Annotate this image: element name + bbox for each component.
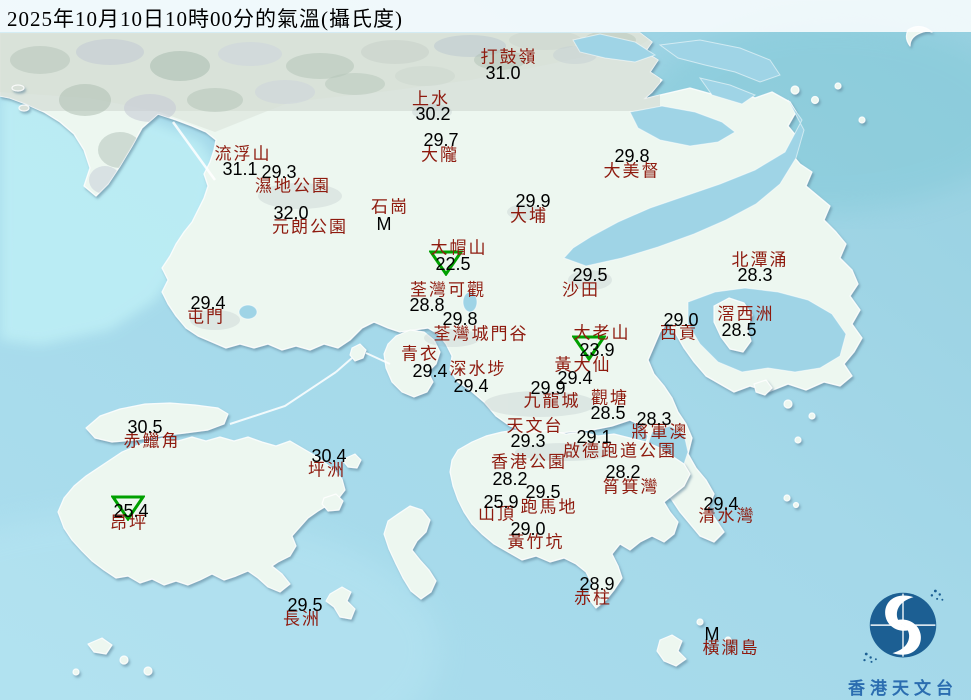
stations-layer: 打鼓嶺 31.0 上水 30.2 大隴 29.7 流浮山 31.1 濕地公園 2… [0,0,971,700]
station-value: 29.4 [703,495,738,513]
station-value: 29.0 [663,311,698,329]
hko-logo: 香港天文台 HONG KONG OBSERVATORY [834,584,971,698]
station-value: 30.2 [415,105,450,123]
station-value: 29.5 [572,266,607,284]
station-value: 28.9 [579,575,614,593]
station-value: 29.3 [261,163,296,181]
station-value: 25.4 [113,502,148,520]
station-value: 28.5 [721,321,756,339]
station-name: 石崗 [371,199,409,216]
station-value: 28.8 [409,296,444,314]
station-value: M [377,215,392,233]
station-value: 29.9 [515,192,550,210]
station-name: 香港公園 [491,454,567,471]
station-value: 30.4 [311,447,346,465]
station-value: 28.2 [492,470,527,488]
station-name: 深水埗 [450,361,507,378]
station-value: 29.3 [510,432,545,450]
station-value: 30.5 [127,418,162,436]
station-value: M [705,625,720,643]
station-value: 32.0 [273,204,308,222]
station-value: 29.9 [530,379,565,397]
station-value: 29.4 [412,362,447,380]
station-value: 28.3 [636,410,671,428]
station-value: 25.9 [483,493,518,511]
station-value: 29.7 [423,131,458,149]
temperature-map: 2025年10月10日10時00分的氣溫(攝氏度) 打鼓嶺 31.0 上水 30… [0,0,971,700]
station-value: 29.5 [287,596,322,614]
station-value: 28.2 [605,463,640,481]
station-value: 22.5 [435,255,470,273]
station-value: 29.8 [442,310,477,328]
station-value: 29.5 [525,483,560,501]
hko-logo-icon [859,584,947,668]
station-value: 29.0 [510,520,545,538]
station-value: 28.3 [737,266,772,284]
station-value: 31.0 [485,64,520,82]
station-value: 29.8 [614,147,649,165]
station-name: 大老山 [574,325,631,342]
station-value: 28.5 [590,404,625,422]
station-value: 29.4 [453,377,488,395]
station-value: 31.1 [222,160,257,178]
station-value: 29.1 [576,428,611,446]
hko-logo-chinese: 香港天文台 [834,674,971,699]
station-value: 29.4 [190,294,225,312]
station-name: 青衣 [401,346,439,363]
